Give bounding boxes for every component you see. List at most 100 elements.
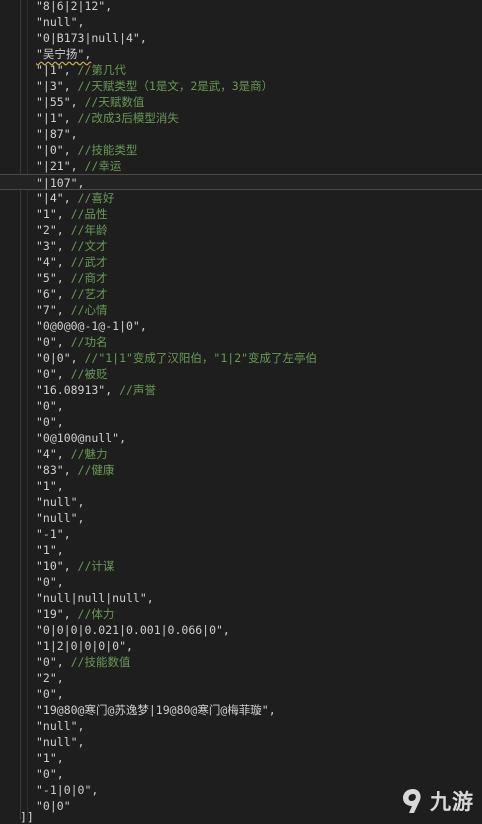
code-line: "1", [0,478,482,494]
code-line: "null|null|null", [0,590,482,606]
code-text: "0", [36,399,64,413]
code-line: "-1", [0,526,482,542]
code-editor[interactable]: "8|6|2|12", "null", "0|B173|null|4", "吴宁扬",… [0,0,482,824]
code-text: "|1", [36,111,78,125]
code-line: "|21", //幸运 [0,158,482,174]
code-text: "19", [36,607,78,621]
code-comment: //技能类型 [77,143,138,157]
code-text: "1", [36,207,71,221]
code-text: "|1", [36,63,78,77]
code-line: "3", //文才 [0,238,482,254]
code-text: "0|0", [36,351,85,365]
code-text: "|21", [36,159,85,173]
code-text: "|0", [36,143,78,157]
watermark: 九游 [398,786,474,816]
code-text: "0", [36,367,71,381]
code-text: "0", [36,655,71,669]
code-text: "null", [36,15,85,29]
code-comment: //计谋 [77,559,115,573]
code-comment: //体力 [77,607,115,621]
code-line: "16.08913", //声誉 [0,382,482,398]
code-text: "0|B173|null|4", [36,31,147,45]
code-line: "null", [0,510,482,526]
code-text: "null", [36,735,85,749]
code-text: "83", [36,463,78,477]
code-text: "4", [36,447,71,461]
code-comment: //武才 [70,255,108,269]
code-text: "1", [36,543,64,557]
code-text: "1|2|0|0|0|0", [36,639,133,653]
code-line: "0", //被贬 [0,366,482,382]
code-text: "null", [36,495,85,509]
code-line: "|4", //喜好 [0,190,482,206]
code-text: "2", [36,671,64,685]
nine-game-logo-icon [403,789,421,813]
code-line: "4", //魅力 [0,446,482,462]
code-line: "10", //计谋 [0,558,482,574]
code-line: "0", [0,686,482,702]
code-line: "1", [0,542,482,558]
code-text: "0|0" [36,799,71,813]
code-line: "0|0", //"1|1"变成了汉阳伯，"1|2"变成了左亭伯 [0,350,482,366]
code-comment: //品性 [70,207,108,221]
code-text: "null|null|null", [36,591,154,605]
code-text: "0", [36,335,71,349]
code-comment: //年龄 [70,223,108,237]
code-line: "0@100@null", [0,430,482,446]
code-line: "0|0|0|0.021|0.001|0.066|0", [0,622,482,638]
code-text: "0@100@null", [36,431,127,445]
code-comment: //功名 [70,335,108,349]
code-line: "5", //商才 [0,270,482,286]
code-line: "null", [0,494,482,510]
code-text: "0|0|0|0.021|0.001|0.066|0", [36,623,230,637]
code-line: "0@0@0@-1@-1|0", [0,318,482,334]
code-text: "7", [36,303,71,317]
code-text: "|3", [36,79,78,93]
code-text: "-1|0|0", [36,783,99,797]
code-line: "|55", //天赋数值 [0,94,482,110]
code-line: "0", //技能数值 [0,654,482,670]
watermark-text: 九游 [430,790,474,814]
code-line: "2", //年龄 [0,222,482,238]
code-text: "10", [36,559,78,573]
code-line: "0", [0,414,482,430]
code-line: "19@80@寒门@苏逸梦|19@80@寒门@梅菲璇", [0,702,482,718]
code-text: "吴宁扬", [36,47,92,61]
code-comment: //"1|1"变成了汉阳伯，"1|2"变成了左亭伯 [84,351,318,365]
code-text: "null", [36,719,85,733]
code-line: "|3", //天赋类型（1是文，2是武，3是商） [0,78,482,94]
code-line: "0", [0,574,482,590]
code-line: "19", //体力 [0,606,482,622]
code-line: "7", //心情 [0,302,482,318]
code-text: "1", [36,751,64,765]
code-line: "2", [0,670,482,686]
code-text: "|87", [36,127,78,141]
code-line: "1", [0,750,482,766]
code-text: "0", [36,575,64,589]
code-comment: //被贬 [70,367,108,381]
code-comment: //艺才 [70,287,108,301]
code-comment: //喜好 [77,191,115,205]
code-line: "|1", //第几代 [0,62,482,78]
code-line: "4", //武才 [0,254,482,270]
code-line: "1", //品性 [0,206,482,222]
code-comment: //第几代 [77,63,126,77]
code-comment: //幸运 [84,159,122,173]
code-text: "3", [36,239,71,253]
code-line: "6", //艺才 [0,286,482,302]
code-text: "-1", [36,527,71,541]
code-comment: //声誉 [119,383,156,397]
code-line: "null", [0,14,482,30]
code-line: "|87", [0,126,482,142]
code-text: "0", [36,415,64,429]
code-lines: "8|6|2|12", "null", "0|B173|null|4", "吴宁扬",… [0,0,482,814]
code-line: "83", //健康 [0,462,482,478]
code-text: "|4", [36,191,78,205]
code-text: "5", [36,271,71,285]
code-comment: //改成3后模型消失 [77,111,179,125]
code-comment: //心情 [70,303,108,317]
code-text: "1", [36,479,64,493]
code-text: "null", [36,511,85,525]
code-line: "|1", //改成3后模型消失 [0,110,482,126]
code-comment: //天赋数值 [84,95,145,109]
